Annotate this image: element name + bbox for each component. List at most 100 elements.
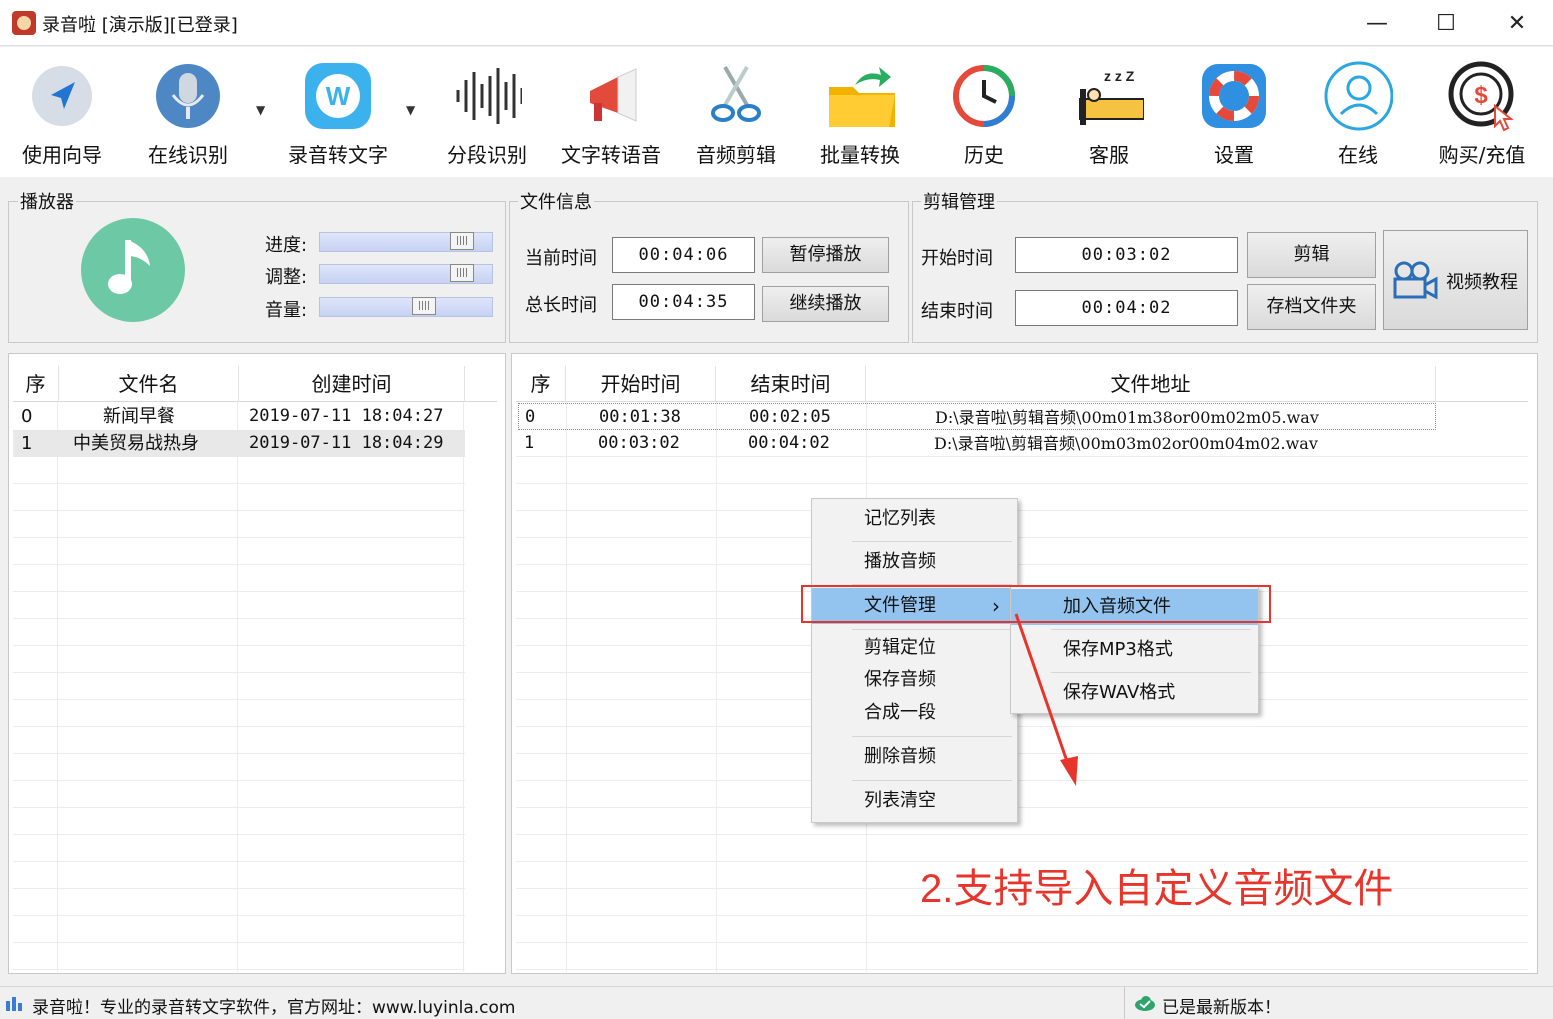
file-list-table: 序 文件名 创建时间 0 新闻早餐 2019-07-11 18:04:27 1 … — [8, 353, 506, 997]
coin-cursor-icon: $ — [1447, 61, 1517, 132]
start-time-field[interactable]: 00:03:02 — [1015, 237, 1238, 273]
clip-management-group-title: 剪辑管理 — [921, 188, 997, 214]
minimize-button[interactable]: — — [1343, 0, 1411, 46]
current-time-field[interactable]: 00:04:06 — [612, 237, 755, 273]
megaphone-icon — [576, 61, 646, 131]
menu-item-clip-locate[interactable]: 剪辑定位 — [812, 632, 1017, 664]
video-tutorial-button[interactable]: 视频教程 — [1383, 230, 1528, 330]
end-time-label: 结束时间 — [921, 301, 993, 322]
volume-slider[interactable] — [319, 297, 493, 317]
toolbar-label: 购买/充值 — [1438, 143, 1526, 167]
waveform-icon — [452, 61, 522, 131]
toolbar-batch-convert-button[interactable]: 批量转换 — [798, 55, 922, 173]
menu-item-merge-segment[interactable]: 合成一段 — [812, 697, 1017, 729]
column-header[interactable]: 创建时间 — [239, 366, 465, 402]
toolbar-online-button[interactable]: 在线 — [1296, 55, 1420, 173]
online-recognition-dropdown-caret[interactable]: ▼ — [256, 103, 265, 117]
total-time-field[interactable]: 00:04:35 — [612, 284, 755, 320]
toolbar-segment-recognition-button[interactable]: 分段识别 — [425, 55, 549, 173]
video-tutorial-label: 视频教程 — [1446, 272, 1518, 293]
toolbar-label: 历史 — [964, 143, 1004, 167]
title-bar: 录音啦 [演示版][已登录] — ☐ ✕ — [0, 0, 1553, 46]
recording-to-text-dropdown-caret[interactable]: ▼ — [406, 103, 415, 117]
toolbar-label: 使用向导 — [22, 143, 102, 167]
status-left-text: 录音啦！专业的录音转文字软件，官方网址：www.luyinla.com — [32, 998, 516, 1018]
bar-chart-icon — [6, 995, 26, 1016]
user-circle-icon — [1323, 61, 1393, 131]
clip-button[interactable]: 剪辑 — [1247, 232, 1376, 278]
toolbar-buy-recharge-button[interactable]: $ 购买/充值 — [1420, 55, 1544, 173]
archive-folder-button[interactable]: 存档文件夹 — [1247, 284, 1376, 330]
column-header[interactable]: 文件名 — [59, 366, 239, 402]
toolbar-settings-button[interactable]: 设置 — [1172, 55, 1296, 173]
current-time-label: 当前时间 — [525, 248, 597, 269]
menu-item-save-audio[interactable]: 保存音频 — [812, 664, 1017, 696]
column-header[interactable]: 序 — [13, 366, 59, 402]
clip-list-header: 序 开始时间 结束时间 文件地址 — [516, 366, 1528, 402]
svg-text:W: W — [326, 81, 351, 111]
toolbar-label: 音频剪辑 — [696, 143, 776, 167]
annotation-text: 2.支持导入自定义音频文件 — [920, 867, 1394, 911]
menu-item-clear-list[interactable]: 列表清空 — [812, 783, 1017, 819]
close-button[interactable]: ✕ — [1483, 0, 1551, 46]
adjust-slider-thumb[interactable]: |||| — [450, 264, 474, 282]
history-clock-icon — [949, 61, 1019, 131]
column-header[interactable]: 结束时间 — [716, 366, 866, 402]
toolbar-label: 批量转换 — [820, 143, 900, 167]
progress-label: 进度: — [265, 235, 308, 256]
toolbar-guide-button[interactable]: 使用向导 — [0, 55, 124, 173]
volume-slider-thumb[interactable]: |||| — [412, 297, 436, 315]
lifebuoy-icon — [1199, 61, 1269, 131]
table-row[interactable]: 0 00:01:38 00:02:05 D:\录音啦\剪辑音频\00m01m38… — [518, 403, 1436, 430]
toolbar-customer-service-button[interactable]: z z Z 客服 — [1047, 55, 1171, 173]
toolbar-label: 客服 — [1089, 143, 1129, 167]
column-header[interactable]: 文件地址 — [866, 366, 1436, 402]
annotation-arrow-icon — [1014, 613, 1078, 786]
menu-item-play-audio[interactable]: 播放音频 — [812, 544, 1017, 580]
menu-item-delete-audio[interactable]: 删除音频 — [812, 739, 1017, 775]
toolbar-label: 在线识别 — [148, 143, 228, 167]
music-note-icon — [78, 218, 188, 322]
toolbar-history-button[interactable]: 历史 — [922, 55, 1046, 173]
toolbar-label: 分段识别 — [447, 143, 527, 167]
table-row[interactable]: 1 中美贸易战热身 2019-07-11 18:04:29 — [13, 430, 465, 457]
table-row[interactable]: 1 00:03:02 00:04:02 D:\录音啦\剪辑音频\00m03m02… — [518, 430, 1436, 457]
microphone-icon — [153, 61, 223, 131]
end-time-field[interactable]: 00:04:02 — [1015, 290, 1238, 326]
status-bar: 录音啦！专业的录音转文字软件，官方网址：www.luyinla.com 已是最新… — [0, 986, 1553, 1019]
w-logo-icon: W — [303, 61, 373, 131]
status-right-text: 已是最新版本！ — [1162, 998, 1281, 1018]
file-info-group-title: 文件信息 — [518, 188, 594, 214]
table-row[interactable]: 0 新闻早餐 2019-07-11 18:04:27 — [13, 403, 465, 430]
cloud-check-icon — [1134, 995, 1156, 1016]
toolbar-online-recognition-button[interactable]: 在线识别 — [126, 55, 250, 173]
svg-text:$: $ — [1474, 82, 1488, 109]
column-header[interactable]: 开始时间 — [566, 366, 716, 402]
toolbar-recording-to-text-button[interactable]: W 录音转文字 — [276, 55, 400, 173]
toolbar: 使用向导 在线识别 ▼ W 录音转文字 ▼ 分段识别 文字转语音 音频剪辑 批量… — [0, 47, 1553, 177]
menu-item-memory-list[interactable]: 记忆列表 — [812, 501, 1017, 537]
file-list-header: 序 文件名 创建时间 — [13, 366, 497, 402]
volume-label: 音量: — [265, 300, 308, 321]
context-menu: 记忆列表 播放音频 文件管理 › 剪辑定位 保存音频 合成一段 删除音频 列表清… — [811, 498, 1018, 823]
toolbar-audio-clip-button[interactable]: 音频剪辑 — [674, 55, 798, 173]
column-header[interactable]: 序 — [516, 366, 566, 402]
adjust-label: 调整: — [265, 267, 308, 288]
total-time-label: 总长时间 — [525, 295, 597, 316]
svg-text:z z Z: z z Z — [1104, 68, 1135, 84]
start-time-label: 开始时间 — [921, 248, 993, 269]
folder-arrow-icon — [825, 61, 895, 131]
toolbar-text-to-speech-button[interactable]: 文字转语音 — [549, 55, 673, 173]
progress-slider-thumb[interactable]: |||| — [450, 232, 474, 250]
maximize-button[interactable]: ☐ — [1412, 0, 1480, 46]
sleeping-bed-icon: z z Z — [1074, 61, 1144, 131]
player-group-title: 播放器 — [18, 188, 76, 214]
toolbar-label: 设置 — [1214, 143, 1254, 167]
window-title: 录音啦 [演示版][已登录] — [42, 15, 238, 36]
app-logo-icon — [12, 11, 36, 35]
resume-button[interactable]: 继续播放 — [762, 286, 889, 322]
video-camera-icon — [1392, 261, 1438, 306]
toolbar-label: 录音转文字 — [288, 143, 388, 167]
toolbar-label: 文字转语音 — [561, 143, 661, 167]
pause-button[interactable]: 暂停播放 — [762, 237, 889, 273]
